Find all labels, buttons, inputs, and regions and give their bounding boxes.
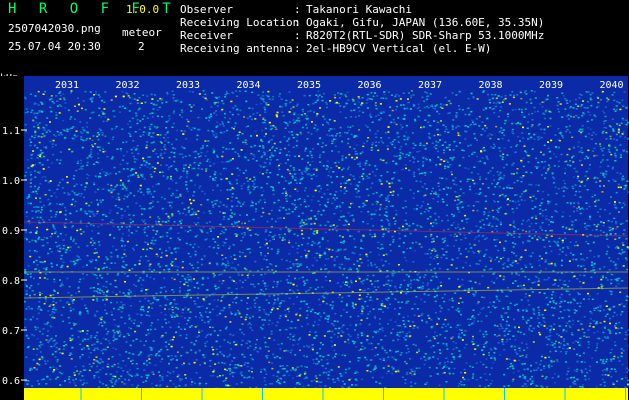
info-sep: : xyxy=(294,3,301,16)
info-sep: : xyxy=(294,16,301,29)
low-frequency-band xyxy=(24,388,628,400)
info-sep: : xyxy=(294,29,301,42)
y-axis-gutter xyxy=(0,76,24,400)
x-tick-label: 2037 xyxy=(418,80,442,91)
capture-datetime: 25.07.04 20:30 xyxy=(8,40,101,53)
y-tick-label: 1.1 xyxy=(2,126,20,137)
info-key: Receiving Location xyxy=(180,16,300,29)
x-tick-label: 2040 xyxy=(600,80,624,91)
info-sep: : xyxy=(294,42,301,55)
x-tick-label: 2036 xyxy=(358,80,382,91)
meteor-label: meteor xyxy=(122,26,162,39)
info-value: Takanori Kawachi xyxy=(306,3,412,16)
info-row-observer: Observer: Takanori Kawachi xyxy=(180,3,544,16)
y-tick-label: 1.0 xyxy=(2,176,20,187)
info-row-location: Receiving Location: Ogaki, Gifu, JAPAN (1… xyxy=(180,16,544,29)
header-panel: H R O F F T 1.0.0 2507042030.png 25.07.0… xyxy=(0,0,629,76)
info-value: Ogaki, Gifu, JAPAN (136.60E, 35.35N) xyxy=(306,16,545,29)
y-tick-label: 0.9 xyxy=(2,226,20,237)
x-tick-label: 2039 xyxy=(539,80,563,91)
x-tick-label: 2038 xyxy=(479,80,503,91)
x-tick-label: 2031 xyxy=(55,80,79,91)
spectrogram-canvas: 1.1 1.0 0.9 0.8 0.7 0.6 2031 2032 2033 2034 2035 20… xyxy=(0,76,629,400)
x-tick-label: 2035 xyxy=(297,80,321,91)
x-tick-label: 2033 xyxy=(176,80,200,91)
info-key: Observer xyxy=(180,3,233,16)
station-info: Observer: Takanori Kawachi Receiving Loca… xyxy=(180,3,544,55)
info-key: Receiving antenna xyxy=(180,42,293,55)
x-tick-label: 2032 xyxy=(116,80,140,91)
spectrogram: 1.1 1.0 0.9 0.8 0.7 0.6 2031 2032 2033 2034 2035 20… xyxy=(0,76,629,400)
info-value: R820T2(RTL-SDR) SDR-Sharp 53.1000MHz xyxy=(306,29,545,42)
info-row-receiver: Receiver: R820T2(RTL-SDR) SDR-Sharp 53.10… xyxy=(180,29,544,42)
info-value: 2el-HB9CV Vertical (el. E-W) xyxy=(306,42,492,55)
app-version: 1.0.0 xyxy=(126,3,160,16)
x-tick-label: 2034 xyxy=(237,80,261,91)
y-tick-label: 0.8 xyxy=(2,276,20,287)
y-tick-label: 0.7 xyxy=(2,326,20,337)
info-key: Receiver xyxy=(180,29,233,42)
meteor-count: 2 xyxy=(138,40,145,53)
file-name: 2507042030.png xyxy=(8,22,101,35)
info-row-antenna: Receiving antenna: 2el-HB9CV Vertical (el… xyxy=(180,42,544,55)
y-tick-label: 0.6 xyxy=(2,376,20,387)
